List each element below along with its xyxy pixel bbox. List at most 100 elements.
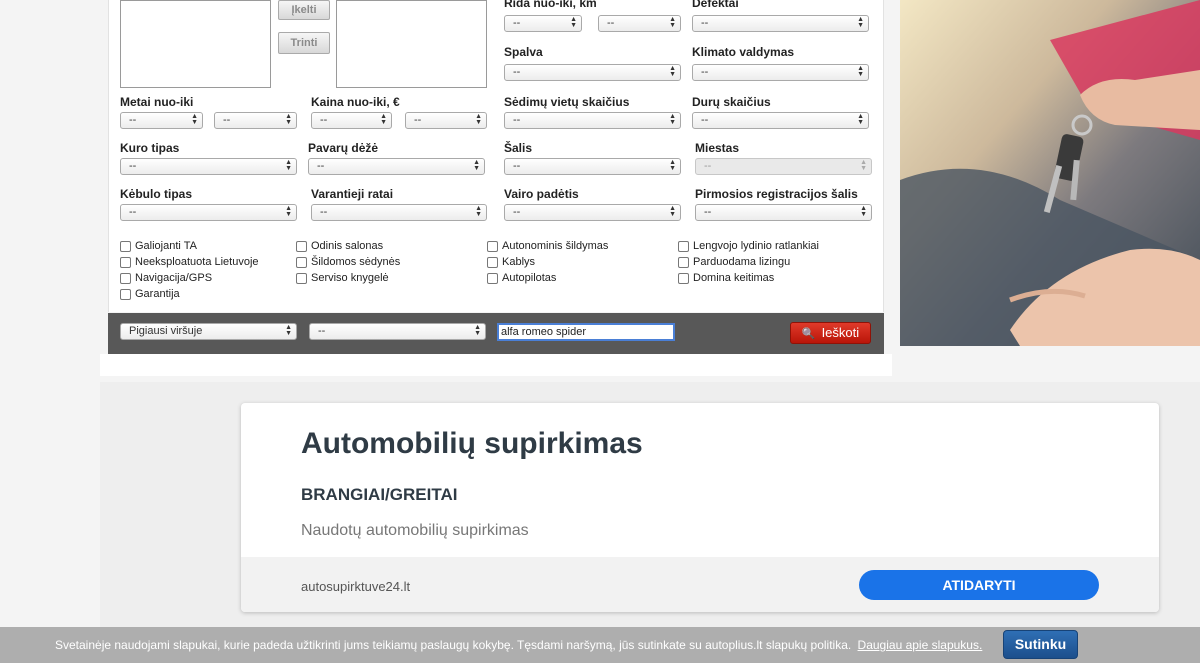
ad-domain: autosupirktuve24.lt bbox=[301, 579, 411, 594]
seats-label: Sėdimų vietų skaičius bbox=[504, 95, 630, 109]
checkbox-box[interactable] bbox=[120, 240, 131, 252]
checkbox-box[interactable] bbox=[678, 240, 689, 252]
make-listbox[interactable] bbox=[120, 0, 271, 88]
body-select[interactable]: -- ▲ ▼ bbox=[120, 204, 297, 221]
cookie-message: Svetainėje naudojami slapukai, kurie pad… bbox=[55, 638, 852, 652]
cookie-banner: Svetainėje naudojami slapukai, kurie pad… bbox=[0, 627, 1200, 663]
search-bar: Pigiausi viršuje▲▼ --▲▼ 🔍Ieškoti bbox=[108, 313, 884, 354]
year-from-select[interactable]: -- ▲ ▼ bbox=[120, 112, 203, 129]
year-label: Metai nuo-iki bbox=[120, 95, 194, 109]
magnifier-icon: 🔍 bbox=[801, 328, 816, 340]
ad-card[interactable]: Automobilių supirkimas BRANGIAI/GREITAI … bbox=[241, 403, 1159, 612]
sort-select[interactable]: Pigiausi viršuje ▲ ▼ bbox=[120, 323, 297, 340]
price-from-select[interactable]: -- ▲ ▼ bbox=[311, 112, 392, 129]
defects-select[interactable]: -- ▲ ▼ bbox=[692, 15, 869, 32]
country-select[interactable]: -- ▲ ▼ bbox=[504, 158, 681, 175]
checkbox-heated-seats[interactable]: Šildomos sėdynės bbox=[296, 256, 400, 268]
checkbox-service-book[interactable]: Serviso knygelė bbox=[296, 272, 389, 284]
drive-select[interactable]: -- ▲ ▼ bbox=[311, 204, 487, 221]
checkbox-box[interactable] bbox=[678, 256, 689, 268]
secondary-select[interactable]: -- ▲ ▼ bbox=[309, 323, 486, 340]
fuel-select[interactable]: -- ▲ ▼ bbox=[120, 158, 297, 175]
checkbox-leasing[interactable]: Parduodama lizingu bbox=[678, 256, 790, 268]
updown-arrows-icon: ▲ ▼ bbox=[669, 159, 676, 172]
updown-arrows-icon: ▲ ▼ bbox=[475, 205, 482, 218]
checkbox-tow-hook[interactable]: Kablys bbox=[487, 256, 535, 268]
checkbox-not-used-in-lt[interactable]: Neeksploatuota Lietuvoje bbox=[120, 256, 259, 268]
cookie-accept-button[interactable]: Sutinku bbox=[1003, 630, 1078, 659]
checkbox-box[interactable] bbox=[296, 272, 307, 284]
climate-label: Klimato valdymas bbox=[692, 45, 795, 59]
updown-arrows-icon: ▲ ▼ bbox=[570, 16, 577, 29]
country-label: Šalis bbox=[504, 141, 533, 155]
checkbox-autopilot[interactable]: Autopilotas bbox=[487, 272, 556, 284]
mileage-from-select[interactable]: -- ▲ ▼ bbox=[504, 15, 582, 32]
cookie-text: Svetainėje naudojami slapukai, kurie pad… bbox=[55, 638, 982, 652]
checkbox-box[interactable] bbox=[120, 256, 131, 268]
checkbox-leather-interior[interactable]: Odinis salonas bbox=[296, 240, 383, 252]
updown-arrows-icon: ▲ ▼ bbox=[191, 113, 198, 126]
updown-arrows-icon: ▲ ▼ bbox=[860, 159, 867, 172]
checkbox-warranty[interactable]: Garantija bbox=[120, 288, 180, 300]
updown-arrows-icon: ▲ ▼ bbox=[380, 113, 387, 126]
car-keys-hero-image bbox=[900, 0, 1200, 346]
drive-label: Varantieji ratai bbox=[311, 187, 394, 201]
checkbox-box[interactable] bbox=[487, 256, 498, 268]
updown-arrows-icon: ▲ ▼ bbox=[857, 16, 864, 29]
checkbox-navigation[interactable]: Navigacija/GPS bbox=[120, 272, 212, 284]
updown-arrows-icon: ▲ ▼ bbox=[669, 205, 676, 218]
body-label: Kėbulo tipas bbox=[120, 187, 193, 201]
keyword-search-input[interactable] bbox=[497, 323, 675, 341]
steering-label: Vairo padėtis bbox=[504, 187, 579, 201]
gearbox-select[interactable]: -- ▲ ▼ bbox=[308, 158, 485, 175]
checkbox-valid-inspection[interactable]: Galiojanti TA bbox=[120, 240, 197, 252]
price-label: Kaina nuo-iki, € bbox=[311, 95, 400, 109]
checkbox-exchange[interactable]: Domina keitimas bbox=[678, 272, 774, 284]
checkbox-autonomous-heating[interactable]: Autonominis šildymas bbox=[487, 240, 608, 252]
form-bottom-spacer bbox=[100, 354, 892, 376]
upload-button[interactable]: Įkelti bbox=[278, 0, 330, 20]
color-select[interactable]: -- ▲ ▼ bbox=[504, 64, 681, 81]
updown-arrows-icon: ▲ ▼ bbox=[475, 113, 482, 126]
updown-arrows-icon: ▲ ▼ bbox=[285, 159, 292, 172]
updown-arrows-icon: ▲ ▼ bbox=[860, 205, 867, 218]
first-reg-country-select[interactable]: -- ▲ ▼ bbox=[695, 204, 872, 221]
checkbox-box[interactable] bbox=[487, 240, 498, 252]
checkbox-box[interactable] bbox=[296, 240, 307, 252]
mileage-label: Rida nuo-iki, km bbox=[504, 0, 597, 10]
updown-arrows-icon: ▲ ▼ bbox=[857, 65, 864, 78]
city-select: -- ▲ ▼ bbox=[695, 158, 872, 175]
price-to-select[interactable]: -- ▲ ▼ bbox=[405, 112, 487, 129]
mileage-to-select[interactable]: -- ▲ ▼ bbox=[598, 15, 681, 32]
doors-label: Durų skaičius bbox=[692, 95, 771, 109]
checkbox-box[interactable] bbox=[487, 272, 498, 284]
steering-select[interactable]: -- ▲ ▼ bbox=[504, 204, 681, 221]
ad-footer: autosupirktuve24.lt ATIDARYTI bbox=[241, 557, 1159, 612]
search-button[interactable]: 🔍 Ieškoti bbox=[790, 322, 871, 344]
model-listbox[interactable] bbox=[336, 0, 487, 88]
checkbox-box[interactable] bbox=[120, 272, 131, 284]
ad-title: Automobilių supirkimas bbox=[301, 427, 643, 460]
checkbox-box[interactable] bbox=[678, 272, 689, 284]
color-label: Spalva bbox=[504, 45, 543, 59]
ad-subtitle: BRANGIAI/GREITAI bbox=[301, 485, 458, 504]
updown-arrows-icon: ▲ ▼ bbox=[669, 113, 676, 126]
updown-arrows-icon: ▲ ▼ bbox=[473, 159, 480, 172]
year-to-select[interactable]: -- ▲ ▼ bbox=[214, 112, 297, 129]
checkbox-box[interactable] bbox=[296, 256, 307, 268]
delete-button[interactable]: Trinti bbox=[278, 32, 330, 54]
updown-arrows-icon: ▲ ▼ bbox=[285, 205, 292, 218]
updown-arrows-icon: ▲ ▼ bbox=[857, 113, 864, 126]
seats-select[interactable]: -- ▲ ▼ bbox=[504, 112, 681, 129]
climate-select[interactable]: -- ▲ ▼ bbox=[692, 64, 869, 81]
hand-with-keys-illustration bbox=[900, 0, 1200, 346]
ad-open-button[interactable]: ATIDARYTI bbox=[859, 570, 1099, 600]
fuel-label: Kuro tipas bbox=[120, 141, 180, 155]
checkbox-box[interactable] bbox=[120, 288, 131, 300]
cookie-more-link[interactable]: Daugiau apie slapukus. bbox=[858, 638, 983, 652]
doors-select[interactable]: -- ▲ ▼ bbox=[692, 112, 869, 129]
gearbox-label: Pavarų dėžė bbox=[308, 141, 379, 155]
checkbox-alloy-wheels[interactable]: Lengvojo lydinio ratlankiai bbox=[678, 240, 819, 252]
city-label: Miestas bbox=[695, 141, 740, 155]
updown-arrows-icon: ▲ ▼ bbox=[285, 324, 292, 337]
